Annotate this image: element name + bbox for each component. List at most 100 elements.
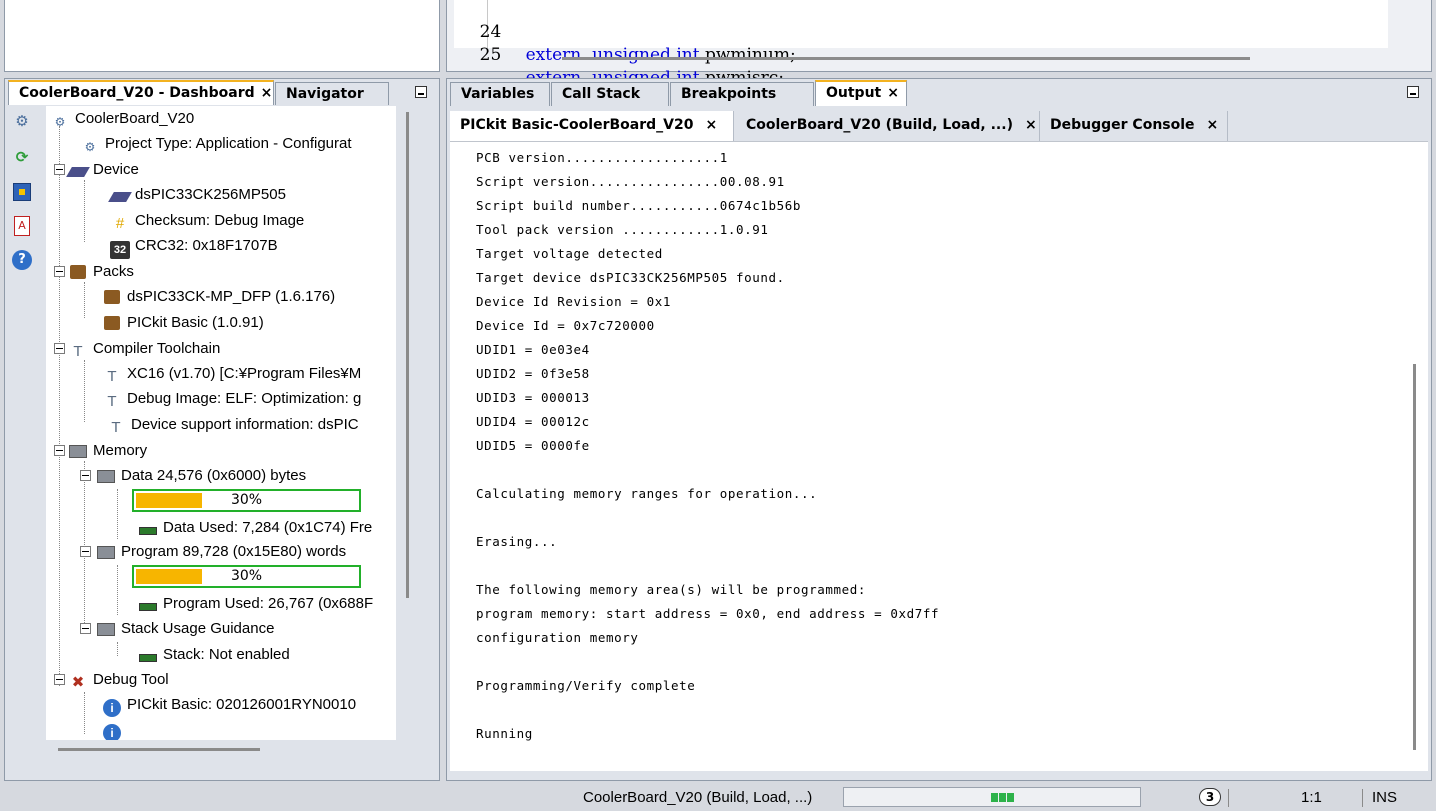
pdf-icon[interactable]: A bbox=[11, 214, 33, 236]
minimize-icon[interactable] bbox=[1407, 86, 1419, 98]
tree-node-pack[interactable]: PICkit Basic (1.0.91) bbox=[102, 310, 264, 335]
close-icon[interactable]: × bbox=[1025, 117, 1037, 133]
hammer-icon: T bbox=[107, 368, 117, 385]
tree-node-program-used[interactable]: Program Used: 26,767 (0x688F bbox=[138, 591, 373, 616]
hammer-icon: T bbox=[73, 343, 83, 360]
collapse-icon[interactable] bbox=[80, 546, 91, 557]
ram-icon bbox=[138, 649, 158, 667]
tree-node-checksum[interactable]: # Checksum: Debug Image bbox=[110, 208, 304, 233]
console-line: Calculating memory ranges for operation.… bbox=[476, 486, 818, 501]
dashboard-toolbar: ⚙ ⟳ A ? bbox=[7, 108, 41, 308]
tab-label: CoolerBoard_V20 - Dashboard bbox=[19, 85, 255, 101]
info-icon: i bbox=[102, 699, 122, 717]
tree-horizontal-scrollbar[interactable] bbox=[58, 748, 260, 751]
collapse-icon[interactable] bbox=[54, 266, 65, 277]
dashboard-tree[interactable]: ⚙ CoolerBoard_V20 ⚙ Project Type: Applicat… bbox=[46, 106, 396, 740]
console-line: configuration memory bbox=[476, 630, 639, 645]
close-icon[interactable]: × bbox=[705, 117, 717, 133]
status-task-label: CoolerBoard_V20 (Build, Load, ...) bbox=[583, 789, 813, 806]
collapse-icon[interactable] bbox=[54, 343, 65, 354]
console-line: UDID2 = 0f3e58 bbox=[476, 366, 590, 381]
tab-pickit-console[interactable]: PICkit Basic-CoolerBoard_V20 × bbox=[450, 111, 734, 141]
editor-horizontal-scrollbar[interactable] bbox=[562, 57, 1250, 60]
close-icon[interactable]: × bbox=[261, 85, 273, 101]
tree-node-data-used[interactable]: Data Used: 7,284 (0x1C74) Fre bbox=[138, 515, 372, 540]
tab-navigator[interactable]: Navigator bbox=[275, 82, 389, 106]
tree-node-data[interactable]: Data 24,576 (0x6000) bytes bbox=[96, 463, 306, 488]
tab-label: CoolerBoard_V20 (Build, Load, ...) bbox=[746, 117, 1013, 133]
console-line: Script version................00.08.91 bbox=[476, 174, 785, 189]
tab-breakpoints[interactable]: Breakpoints bbox=[670, 82, 814, 106]
package-icon bbox=[102, 316, 122, 334]
collapse-icon[interactable] bbox=[54, 164, 65, 175]
tree-node-program[interactable]: Program 89,728 (0x15E80) words bbox=[96, 539, 346, 564]
tab-label: Output bbox=[826, 85, 882, 101]
tree-node-project-type[interactable]: ⚙ Project Type: Application - Configurat bbox=[80, 131, 352, 156]
cursor-position: 1:1 bbox=[1301, 789, 1322, 806]
tab-output[interactable]: Output × bbox=[815, 80, 907, 106]
progress-chunk bbox=[1007, 793, 1014, 802]
tree-node-debug-tool[interactable]: ✖ Debug Tool bbox=[68, 667, 169, 692]
ram-icon bbox=[138, 522, 158, 540]
tree-node-pickit[interactable]: i PICkit Basic: 020126001RYN0010 bbox=[102, 692, 356, 717]
minimize-icon[interactable] bbox=[415, 86, 427, 98]
console-line: PCB version...................1 bbox=[476, 150, 728, 165]
tree-node-device-support[interactable]: T Device support information: dsPIC bbox=[106, 412, 358, 437]
tab-variables[interactable]: Variables bbox=[450, 82, 550, 106]
tab-label: Breakpoints bbox=[681, 86, 777, 102]
console-line: Target device dsPIC33CK256MP505 found. bbox=[476, 270, 785, 285]
output-tabbar: Variables Call Stack Breakpoints Output × bbox=[447, 80, 1431, 106]
tree-node-stack-status[interactable]: Stack: Not enabled bbox=[138, 642, 290, 667]
status-progress-bar bbox=[843, 787, 1141, 807]
memory-icon bbox=[96, 470, 116, 488]
tree-node-device-name[interactable]: dsPIC33CK256MP505 bbox=[108, 182, 286, 207]
tab-call-stack[interactable]: Call Stack bbox=[551, 82, 669, 106]
tab-build-load[interactable]: CoolerBoard_V20 (Build, Load, ...) × bbox=[736, 111, 1040, 141]
tree-node-memory[interactable]: Memory bbox=[68, 438, 147, 463]
code-line[interactable]: 24 extern unsigned int pwminum; bbox=[454, 0, 796, 65]
tree-node-compiler[interactable]: T Compiler Toolchain bbox=[68, 336, 220, 361]
collapse-icon[interactable] bbox=[80, 623, 91, 634]
console-line: Running bbox=[476, 726, 533, 741]
tree-vertical-scrollbar[interactable] bbox=[406, 112, 409, 598]
code-editor[interactable]: 24 extern unsigned int pwminum; 25 exter… bbox=[454, 0, 1388, 88]
tab-label: Debugger Console bbox=[1050, 117, 1195, 133]
tree-node-stack[interactable]: Stack Usage Guidance bbox=[96, 616, 274, 641]
tree-node-pack[interactable]: dsPIC33CK-MP_DFP (1.6.176) bbox=[102, 284, 335, 309]
tab-dashboard[interactable]: CoolerBoard_V20 - Dashboard × bbox=[8, 80, 274, 106]
collapse-icon[interactable] bbox=[54, 445, 65, 456]
chip-icon[interactable] bbox=[11, 180, 33, 202]
program-usage-bar: 30% bbox=[132, 565, 361, 588]
console-vertical-scrollbar[interactable] bbox=[1413, 364, 1416, 750]
help-icon[interactable]: ? bbox=[11, 248, 33, 270]
tree-node-project[interactable]: ⚙ CoolerBoard_V20 bbox=[50, 106, 195, 131]
tree-node-packs[interactable]: Packs bbox=[68, 259, 134, 284]
refresh-icon[interactable]: ⟳ bbox=[11, 146, 33, 168]
tree-node-xc16[interactable]: T XC16 (v1.70) [C:¥Program Files¥M bbox=[102, 361, 361, 386]
output-console[interactable]: PCB version...................1 Script ve… bbox=[450, 141, 1428, 771]
tree-node-crc[interactable]: 32 CRC32: 0x18F1707B bbox=[110, 233, 278, 259]
project-icon: ⚙ bbox=[84, 140, 96, 154]
notifications-badge[interactable]: 3 bbox=[1199, 788, 1221, 806]
collapse-icon[interactable] bbox=[54, 674, 65, 685]
status-divider bbox=[1362, 789, 1363, 807]
project-icon: ⚙ bbox=[54, 115, 66, 129]
console-line: The following memory area(s) will be pro… bbox=[476, 582, 867, 597]
tools-icon: ✖ bbox=[71, 674, 85, 691]
chip-icon bbox=[108, 189, 132, 207]
code-line[interactable]: 25 extern unsigned int pwmisrc; bbox=[454, 21, 784, 88]
tree-node-device[interactable]: Device bbox=[66, 157, 139, 182]
console-line: Script build number...........0674c1b56b bbox=[476, 198, 802, 213]
collapse-icon[interactable] bbox=[80, 470, 91, 481]
progress-chunk bbox=[999, 793, 1006, 802]
console-line: Programming/Verify complete bbox=[476, 678, 696, 693]
insert-mode: INS bbox=[1372, 789, 1398, 806]
tab-debugger-console[interactable]: Debugger Console × bbox=[1040, 111, 1228, 141]
top-left-panel bbox=[4, 0, 440, 72]
tree-node-info[interactable]: i bbox=[102, 717, 127, 740]
settings-icon[interactable]: ⚙ bbox=[11, 110, 33, 132]
close-icon[interactable]: × bbox=[887, 85, 899, 101]
status-divider bbox=[1228, 789, 1229, 807]
close-icon[interactable]: × bbox=[1207, 117, 1219, 133]
tree-node-debug-image[interactable]: T Debug Image: ELF: Optimization: g bbox=[102, 386, 361, 411]
